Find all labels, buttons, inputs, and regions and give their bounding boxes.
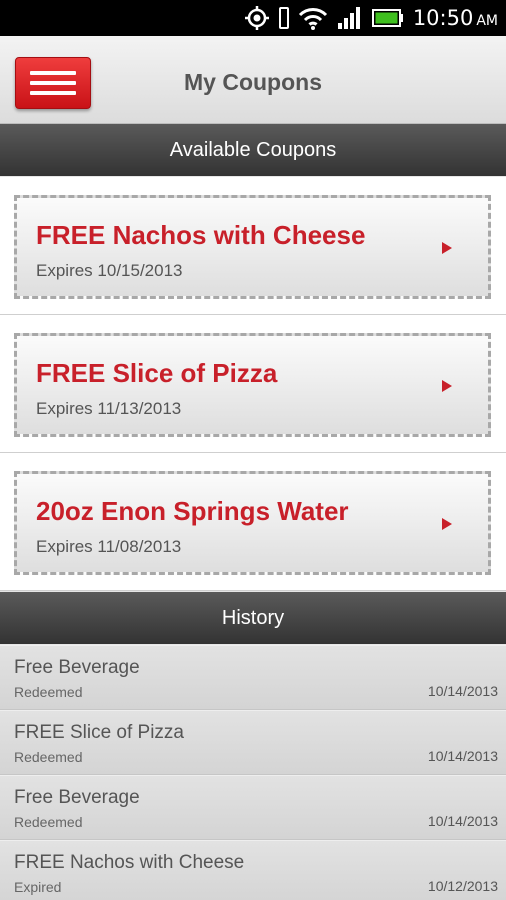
history-row[interactable]: Free Beverage Redeemed 10/14/2013 — [0, 645, 506, 710]
history-item-name: Free Beverage — [14, 657, 140, 678]
history-item-date: 10/14/2013 — [427, 683, 498, 699]
history-item-name: FREE Slice of Pizza — [14, 722, 184, 743]
history-item-date: 10/12/2013 — [427, 878, 498, 894]
coupon-list: FREE Nachos with Cheese Expires 10/15/20… — [0, 177, 506, 591]
history-row[interactable]: Free Beverage Redeemed 10/14/2013 — [0, 775, 506, 840]
history-item-date: 10/14/2013 — [427, 748, 498, 764]
coupon-card[interactable]: FREE Nachos with Cheese Expires 10/15/20… — [14, 195, 491, 299]
coupon-card[interactable]: FREE Slice of Pizza Expires 11/13/2013 — [14, 333, 491, 437]
history-item-name: Free Beverage — [14, 787, 140, 808]
history-header: History — [0, 592, 506, 644]
clock-time: 10:50 — [412, 6, 474, 30]
wifi-icon — [298, 8, 327, 30]
status-bar: 10:50 AM — [0, 0, 506, 36]
gps-icon — [244, 6, 269, 30]
vibrate-icon — [278, 7, 289, 29]
coupon-expiry: Expires 11/13/2013 — [36, 399, 182, 418]
coupon-expiry: Expires 11/08/2013 — [36, 537, 182, 556]
history-item-status: Expired — [14, 879, 62, 895]
clock-ampm: AM — [476, 13, 498, 29]
chevron-right-icon — [442, 380, 452, 392]
coupon-expiry: Expires 10/15/2013 — [36, 261, 183, 280]
status-icons: 10:50 AM — [244, 0, 498, 36]
app-header: My Coupons — [0, 36, 506, 124]
coupon-title: FREE Slice of Pizza — [36, 358, 278, 388]
page-title: My Coupons — [184, 69, 322, 95]
history-list: Free Beverage Redeemed 10/14/2013 FREE S… — [0, 645, 506, 900]
chevron-right-icon — [442, 518, 452, 530]
history-item-status: Redeemed — [14, 684, 83, 700]
history-item-status: Redeemed — [14, 749, 83, 765]
clock: 10:50 AM — [413, 6, 498, 30]
history-item-name: FREE Nachos with Cheese — [14, 852, 245, 873]
coupon-card[interactable]: 20oz Enon Springs Water Expires 11/08/20… — [14, 471, 491, 575]
available-coupons-header: Available Coupons — [0, 124, 506, 176]
signal-icon — [337, 7, 360, 29]
history-row[interactable]: FREE Slice of Pizza Redeemed 10/14/2013 — [0, 710, 506, 775]
chevron-right-icon — [442, 242, 452, 254]
coupon-title: 20oz Enon Springs Water — [36, 496, 349, 526]
coupon-row: FREE Slice of Pizza Expires 11/13/2013 — [0, 315, 506, 453]
history-item-status: Redeemed — [14, 814, 83, 830]
battery-icon — [371, 9, 403, 27]
coupon-title: FREE Nachos with Cheese — [36, 220, 366, 250]
history-row[interactable]: FREE Nachos with Cheese Expired 10/12/20… — [0, 840, 506, 900]
coupon-row: 20oz Enon Springs Water Expires 11/08/20… — [0, 453, 506, 591]
coupon-row: FREE Nachos with Cheese Expires 10/15/20… — [0, 177, 506, 315]
history-item-date: 10/14/2013 — [427, 813, 498, 829]
